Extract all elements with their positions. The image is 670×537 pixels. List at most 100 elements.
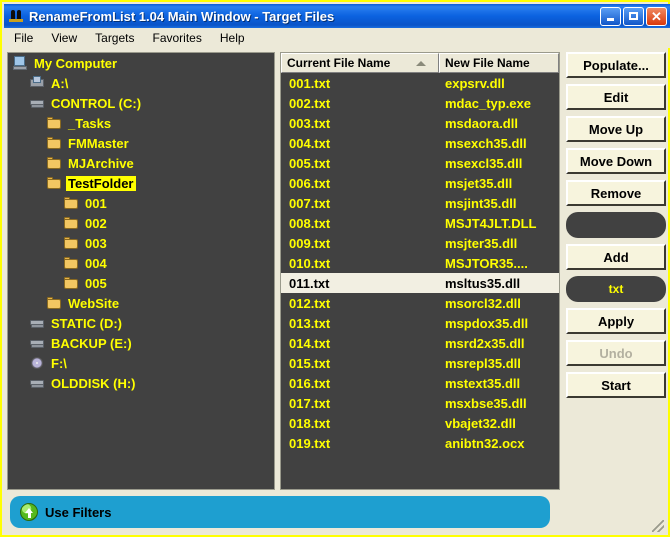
- table-row[interactable]: 008.txt MSJT4JLT.DLL: [281, 213, 559, 233]
- table-row[interactable]: 009.txt msjter35.dll: [281, 233, 559, 253]
- table-row[interactable]: 017.txt msxbse35.dll: [281, 393, 559, 413]
- maximize-button[interactable]: [623, 6, 644, 26]
- button-label: txt: [608, 282, 624, 296]
- app-icon: [8, 8, 24, 24]
- dropdown-txt[interactable]: txt: [566, 276, 666, 302]
- file-list-panel[interactable]: Current File Name New File Name 001.txt e…: [280, 52, 560, 490]
- menu-item-targets[interactable]: Targets: [91, 30, 142, 46]
- tree-node[interactable]: 001: [8, 193, 274, 213]
- tree-node[interactable]: WebSite: [8, 293, 274, 313]
- folder-icon: [63, 255, 80, 271]
- tree-node-label: 002: [85, 215, 107, 231]
- table-row[interactable]: 004.txt msexch35.dll: [281, 133, 559, 153]
- tree-node-label: My Computer: [34, 55, 118, 71]
- add-button[interactable]: Add: [566, 244, 666, 270]
- tree-node[interactable]: OLDDISK (H:): [8, 373, 274, 393]
- column-header-current-file-name[interactable]: Current File Name: [281, 53, 439, 73]
- tree-node[interactable]: BACKUP (E:): [8, 333, 274, 353]
- button-label: Move Down: [579, 153, 653, 169]
- table-row[interactable]: 016.txt mstext35.dll: [281, 373, 559, 393]
- tree-node-label: 005: [85, 275, 107, 291]
- cell-new-file-name: msjint35.dll: [445, 195, 517, 211]
- table-row[interactable]: 001.txt expsrv.dll: [281, 73, 559, 93]
- remove-button[interactable]: Remove: [566, 180, 666, 206]
- cell-current-file-name: 006.txt: [289, 175, 331, 191]
- table-row[interactable]: 012.txt msorcl32.dll: [281, 293, 559, 313]
- menu-item-favorites[interactable]: Favorites: [149, 30, 210, 46]
- column-header-current-label: Current File Name: [287, 56, 391, 70]
- window-title: RenameFromList 1.04 Main Window - Target…: [29, 8, 335, 24]
- tree-node[interactable]: 004: [8, 253, 274, 273]
- edit-button[interactable]: Edit: [566, 84, 666, 110]
- populate-button[interactable]: Populate...: [566, 52, 666, 78]
- table-row[interactable]: 011.txt msltus35.dll: [281, 273, 559, 293]
- cell-current-file-name: 017.txt: [289, 395, 331, 411]
- table-row[interactable]: 014.txt msrd2x35.dll: [281, 333, 559, 353]
- tree-node[interactable]: FMMaster: [8, 133, 274, 153]
- menu-item-view[interactable]: View: [47, 30, 85, 46]
- folder-icon: [46, 135, 63, 151]
- button-label: Undo: [599, 345, 633, 361]
- tree-node[interactable]: 003: [8, 233, 274, 253]
- cell-current-file-name: 007.txt: [289, 195, 331, 211]
- button-label: Populate...: [583, 57, 649, 73]
- start-button[interactable]: Start: [566, 372, 666, 398]
- move-up-button[interactable]: Move Up: [566, 116, 666, 142]
- action-button-column: Populate... Edit Move Up Move Down Remove Add…: [566, 52, 666, 490]
- tree-node[interactable]: 002: [8, 213, 274, 233]
- harddrive-icon: [29, 335, 46, 351]
- menu-item-file[interactable]: File: [10, 30, 41, 46]
- table-row[interactable]: 005.txt msexcl35.dll: [281, 153, 559, 173]
- table-row[interactable]: 010.txt MSJTOR35....: [281, 253, 559, 273]
- table-row[interactable]: 007.txt msjint35.dll: [281, 193, 559, 213]
- resize-grip[interactable]: [652, 520, 664, 532]
- column-header-new-file-name[interactable]: New File Name: [439, 53, 559, 73]
- tree-node-label: MJArchive: [68, 155, 134, 171]
- close-icon: ✕: [651, 8, 662, 24]
- move-down-button[interactable]: Move Down: [566, 148, 666, 174]
- tree-node[interactable]: STATIC (D:): [8, 313, 274, 333]
- use-filters-bar[interactable]: Use Filters: [10, 496, 550, 528]
- table-row[interactable]: 003.txt msdaora.dll: [281, 113, 559, 133]
- cell-current-file-name: 003.txt: [289, 115, 331, 131]
- green-up-arrow-icon: [20, 503, 38, 521]
- table-row[interactable]: 018.txt vbajet32.dll: [281, 413, 559, 433]
- cell-new-file-name: msrepl35.dll: [445, 355, 521, 371]
- apply-button[interactable]: Apply: [566, 308, 666, 334]
- tree-node[interactable]: _Tasks: [8, 113, 274, 133]
- tree-node-label: 004: [85, 255, 107, 271]
- use-filters-label: Use Filters: [45, 504, 112, 520]
- table-row[interactable]: 015.txt msrepl35.dll: [281, 353, 559, 373]
- tree-node-label: OLDDISK (H:): [51, 375, 136, 391]
- folder-icon: [46, 175, 63, 191]
- table-row[interactable]: 019.txt anibtn32.ocx: [281, 433, 559, 453]
- cell-new-file-name: msdaora.dll: [445, 115, 518, 131]
- tree-node-label: _Tasks: [68, 115, 112, 131]
- cell-new-file-name: msltus35.dll: [445, 275, 521, 291]
- table-row[interactable]: 013.txt mspdox35.dll: [281, 313, 559, 333]
- title-bar: RenameFromList 1.04 Main Window - Target…: [4, 4, 670, 28]
- tree-node[interactable]: CONTROL (C:): [8, 93, 274, 113]
- minimize-button[interactable]: [600, 6, 621, 26]
- undo-button: Undo: [566, 340, 666, 366]
- tree-node[interactable]: TestFolder: [8, 173, 274, 193]
- dropdown-empty[interactable]: [566, 212, 666, 238]
- cell-current-file-name: 013.txt: [289, 315, 331, 331]
- button-label: Apply: [597, 313, 635, 329]
- tree-node[interactable]: A:\: [8, 73, 274, 93]
- table-row[interactable]: 006.txt msjet35.dll: [281, 173, 559, 193]
- tree-node-label: 001: [85, 195, 107, 211]
- button-label: Edit: [603, 89, 629, 105]
- harddrive-icon: [29, 315, 46, 331]
- tree-node[interactable]: MJArchive: [8, 153, 274, 173]
- table-row[interactable]: 002.txt mdac_typ.exe: [281, 93, 559, 113]
- folder-tree[interactable]: My Computer A:\ CONTROL (C:) _Tasks FMMaster…: [7, 52, 275, 490]
- cell-current-file-name: 014.txt: [289, 335, 331, 351]
- tree-node[interactable]: 005: [8, 273, 274, 293]
- close-button[interactable]: ✕: [646, 6, 667, 26]
- menu-item-help[interactable]: Help: [216, 30, 253, 46]
- cell-new-file-name: expsrv.dll: [445, 75, 505, 91]
- tree-node[interactable]: My Computer: [8, 53, 274, 73]
- cell-new-file-name: msexcl35.dll: [445, 155, 523, 171]
- tree-node[interactable]: F:\: [8, 353, 274, 373]
